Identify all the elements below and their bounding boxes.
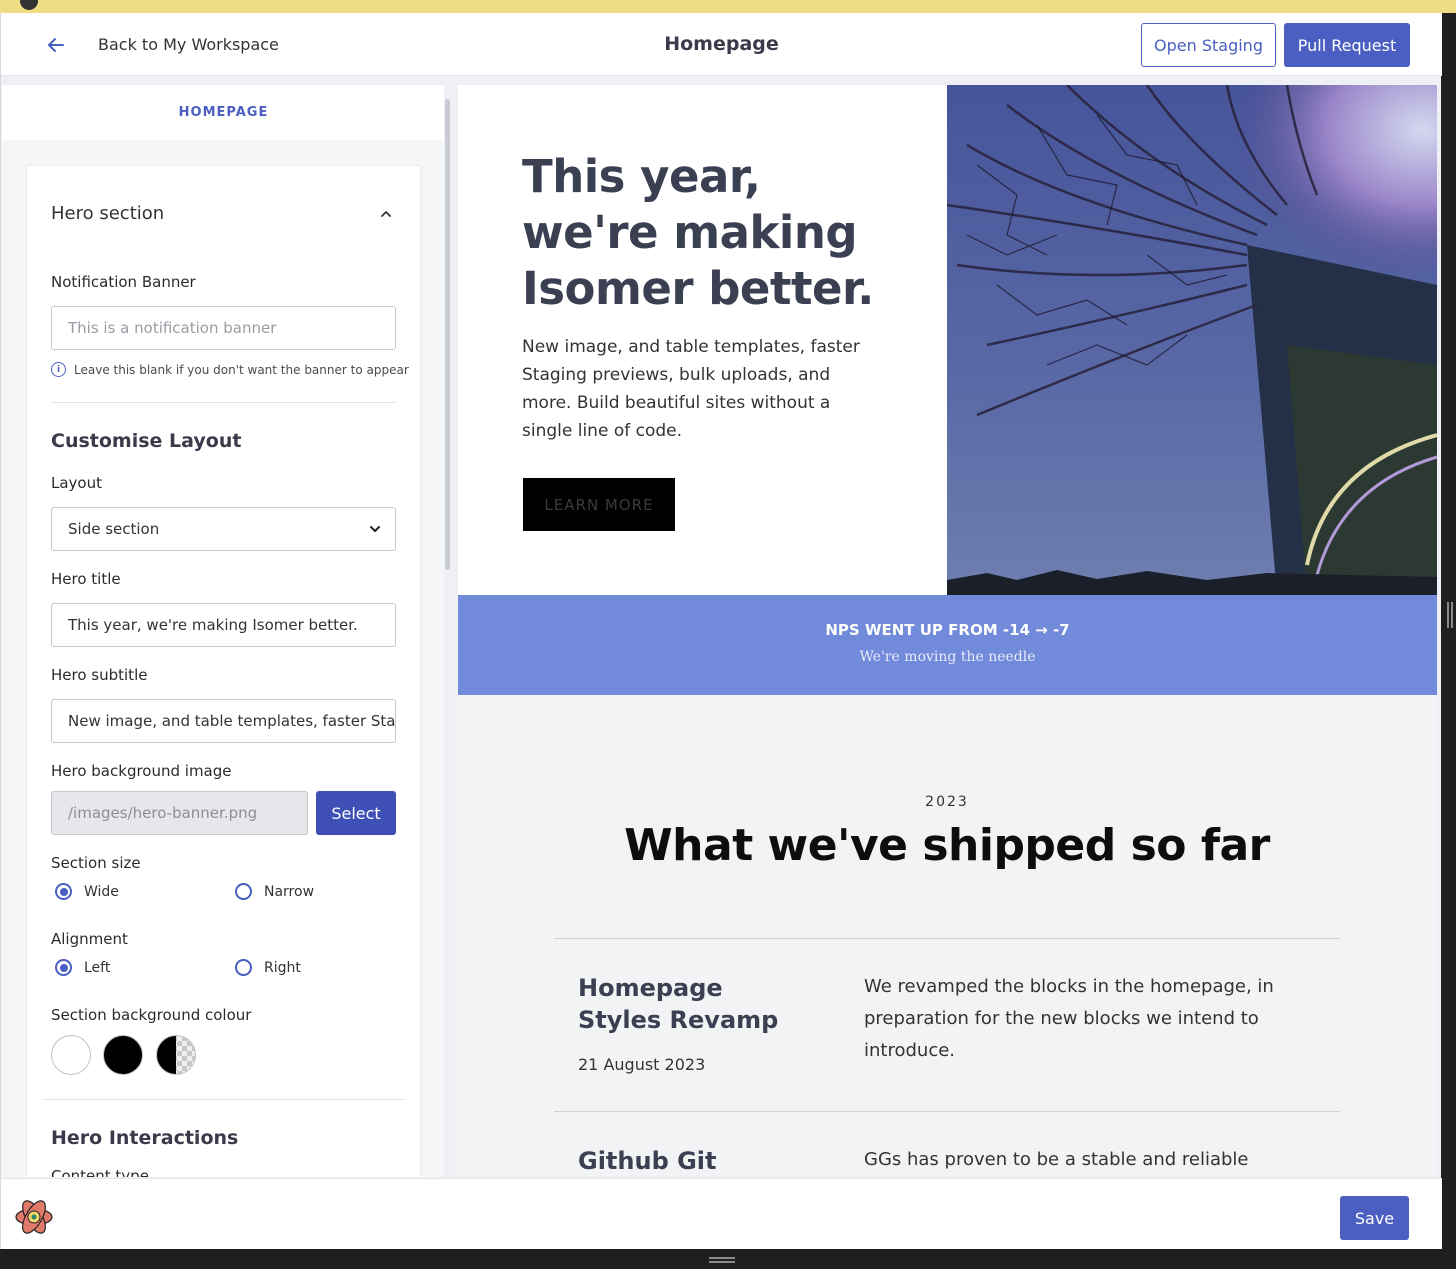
- item-title: Github Git Solution (GGs): [578, 1147, 717, 1175]
- resize-handle-icon[interactable]: [709, 1257, 735, 1263]
- app-window: Back to My Workspace Homepage Open Stagi…: [0, 0, 1456, 1269]
- section-size-label: Section size: [51, 854, 141, 872]
- hero-interactions-heading: Hero Interactions: [51, 1127, 239, 1149]
- save-button[interactable]: Save: [1340, 1196, 1409, 1240]
- radio-narrow-label: Narrow: [264, 883, 315, 900]
- hero-section-title[interactable]: Hero section: [51, 203, 164, 224]
- radio-left-label: Left: [84, 959, 111, 976]
- side-resize-handle-icon[interactable]: [1447, 602, 1453, 628]
- radio-wide-label: Wide: [84, 883, 119, 900]
- hero-subtitle-input[interactable]: New image, and table templates, faster S…: [51, 699, 396, 743]
- top-header: Back to My Workspace Homepage Open Stagi…: [1, 13, 1442, 76]
- info-icon: i: [51, 362, 66, 377]
- item-date: 21 August 2023: [578, 1055, 706, 1074]
- swatch-white[interactable]: [51, 1035, 91, 1075]
- learn-more-button[interactable]: LEARN MORE: [523, 478, 675, 531]
- hero-bg-image-input: /images/hero-banner.png: [51, 791, 308, 835]
- divider: [554, 1111, 1340, 1112]
- bg-colour-label: Section background colour: [51, 1006, 252, 1024]
- nps-subtitle: We're moving the needle: [859, 649, 1036, 665]
- status-dot: [20, 0, 38, 10]
- divider: [43, 1099, 404, 1100]
- radio-wide-circle: [55, 883, 72, 900]
- chevron-up-icon[interactable]: [379, 207, 393, 221]
- sidebar-scrollbar[interactable]: [445, 99, 450, 570]
- top-status-strip: [0, 0, 1456, 13]
- content-type-label: Content type: [51, 1167, 149, 1177]
- select-image-button[interactable]: Select: [316, 791, 396, 835]
- divider: [554, 938, 1340, 939]
- notification-hint: i Leave this blank if you don't want the…: [51, 362, 409, 377]
- bottom-footer: Save: [1, 1178, 1442, 1249]
- layout-label: Layout: [51, 474, 102, 492]
- shipped-year: 2023: [925, 794, 969, 810]
- editor-frame: Back to My Workspace Homepage Open Stagi…: [0, 13, 1442, 1249]
- preview-hero-title: This year, we're making Isomer better.: [522, 150, 874, 315]
- radio-wide[interactable]: Wide: [55, 883, 119, 900]
- radio-left[interactable]: Left: [55, 959, 110, 976]
- customise-layout-heading: Customise Layout: [51, 430, 242, 452]
- hero-title-label: Hero title: [51, 570, 121, 588]
- back-to-workspace-link[interactable]: Back to My Workspace: [98, 35, 279, 54]
- nps-title: NPS WENT UP FROM -14 → -7: [825, 621, 1070, 639]
- notification-banner-input[interactable]: This is a notification banner: [51, 306, 396, 350]
- layout-select-value: Side section: [68, 520, 160, 538]
- hero-section-card: Hero section Notification Banner This is…: [26, 165, 421, 1177]
- swatch-transparent[interactable]: [156, 1035, 196, 1075]
- radio-right-circle: [235, 959, 252, 976]
- page-preview: This year, we're making Isomer better. N…: [457, 85, 1437, 1177]
- item-title: Homepage Styles Revamp: [578, 974, 779, 1034]
- divider: [51, 402, 396, 403]
- hero-subtitle-label: Hero subtitle: [51, 666, 148, 684]
- radio-right[interactable]: Right: [235, 959, 301, 976]
- pull-request-button[interactable]: Pull Request: [1284, 23, 1410, 67]
- notification-hint-text: Leave this blank if you don't want the b…: [74, 362, 409, 377]
- shipped-heading: What we've shipped so far: [624, 820, 1270, 871]
- hero-bg-image-label: Hero background image: [51, 762, 232, 780]
- radio-left-circle: [55, 959, 72, 976]
- layout-select[interactable]: Side section: [51, 507, 396, 551]
- sidebar-panel: HOMEPAGE Hero section Notification Banne…: [2, 85, 445, 1177]
- preview-hero-subtitle: New image, and table templates, faster S…: [522, 337, 860, 441]
- item-description: We revamped the blocks in the homepage, …: [864, 976, 1274, 1061]
- item-description: GGs has proven to be a stable and reliab…: [864, 1149, 1249, 1170]
- chevron-down-icon: [370, 526, 380, 532]
- radio-right-label: Right: [264, 959, 301, 976]
- hero-title-input[interactable]: This year, we're making Isomer better.: [51, 603, 396, 647]
- nps-band: NPS WENT UP FROM -14 → -7 We're moving t…: [458, 595, 1437, 695]
- radio-narrow[interactable]: Narrow: [235, 883, 314, 900]
- tab-homepage[interactable]: HOMEPAGE: [2, 85, 445, 140]
- open-staging-button[interactable]: Open Staging: [1141, 23, 1276, 67]
- radio-narrow-circle: [235, 883, 252, 900]
- swatch-black[interactable]: [103, 1035, 143, 1075]
- hero-background-image: [947, 85, 1437, 595]
- app-logo-icon: [15, 1200, 53, 1234]
- alignment-label: Alignment: [51, 930, 128, 948]
- notification-banner-label: Notification Banner: [51, 273, 196, 291]
- back-arrow-icon[interactable]: [45, 34, 67, 56]
- hero-text-panel: This year, we're making Isomer better. N…: [458, 85, 947, 595]
